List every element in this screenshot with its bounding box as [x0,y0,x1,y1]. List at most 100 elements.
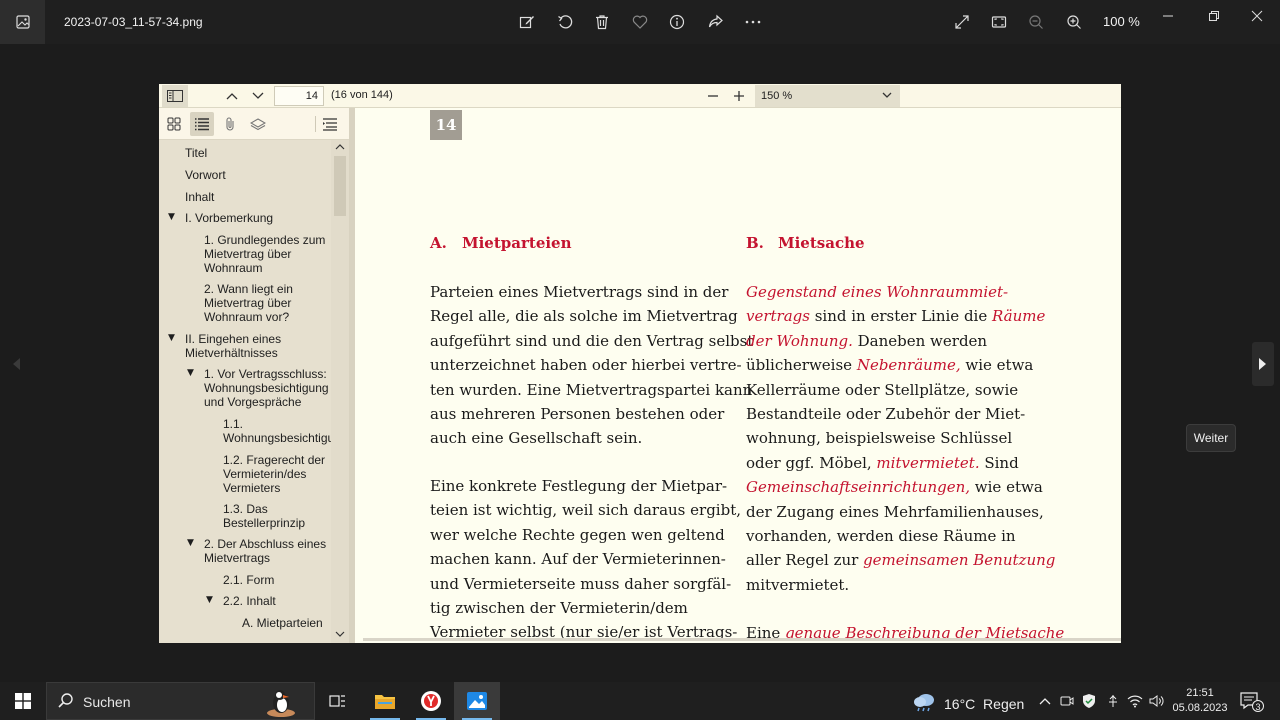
expand-icon[interactable] [952,12,972,32]
usb-icon[interactable] [1104,692,1122,710]
section-letter: B. [746,234,764,252]
yandex-browser-icon[interactable] [408,682,454,720]
zoom-out-icon[interactable] [1026,12,1046,32]
text: üblicherweise [746,356,857,375]
zoom-in-icon[interactable] [728,85,750,107]
task-view-icon[interactable] [315,682,361,720]
expand-triangle-icon[interactable]: ▼ [187,368,194,378]
chevron-up-icon[interactable] [1036,692,1054,710]
date: 05.08.2023 [1172,702,1228,714]
section-title: Mietsache [778,234,865,252]
fit-screen-icon[interactable] [989,12,1009,32]
next-image-button[interactable] [1252,342,1274,386]
attachment-icon[interactable] [218,112,242,136]
section-heading-a: A. Mietparteien [430,234,572,252]
thumbnails-icon[interactable] [162,112,186,136]
file-name: 2023-07-03_11-57-34.png [64,15,203,29]
outline-item[interactable]: Inhalt [185,190,325,204]
info-icon[interactable] [667,12,687,32]
layers-icon[interactable] [246,112,270,136]
outline-item[interactable]: 1.3. Das Bestellerprinzip [223,502,313,530]
search-box[interactable]: Suchen [46,682,315,720]
wifi-icon[interactable] [1126,692,1144,710]
outline-item[interactable]: 1.2. Fragerecht der Vermieterin/des Verm… [223,453,331,495]
pdf-screenshot: 14 (16 von 144) 150 % Titel Vorwort Inha… [159,84,1121,643]
more-icon[interactable] [743,12,763,32]
outline-item[interactable]: 2.1. Form [223,573,323,587]
emphasis: gemeinsamen Benutzung [863,551,1056,570]
time: 21:51 [1186,687,1214,699]
delete-icon[interactable] [592,12,612,32]
outline-item[interactable]: 1.1. Wohnungsbesichtigung [223,417,331,445]
share-icon[interactable] [705,12,725,32]
previous-image-button[interactable] [5,342,27,386]
rotate-icon[interactable] [555,12,575,32]
emphasis: Räume [991,307,1046,326]
notification-count: 3 [1252,700,1264,712]
sidebar: Titel Vorwort Inhalt ▼ I. Vorbemerkung 1… [159,108,349,643]
title-bar: 2023-07-03_11-57-34.png 100 % [0,0,1280,44]
sidebar-toggle-icon[interactable] [162,85,188,107]
photos-app-window: 2023-07-03_11-57-34.png 100 % Weiter 14 … [0,0,1280,720]
paragraph: Gegenstand eines Wohnraummiet- vertrags … [746,280,1055,597]
taskbar: Suchen 16°C Regen 21:51 05.08.2023 3 [0,682,1280,720]
scrollbar-thumb[interactable] [334,156,346,216]
page-up-icon[interactable] [221,85,243,107]
paragraph: Parteien eines Mietvertrags sind in der … [430,283,754,448]
expand-triangle-icon[interactable]: ▼ [168,212,175,222]
section-heading-b: B. Mietsache [746,234,865,252]
maximize-button[interactable] [1191,0,1237,32]
photos-taskbar-icon[interactable] [454,682,500,720]
volume-icon[interactable] [1148,692,1166,710]
section-letter: A. [430,234,447,252]
zoom-out-icon[interactable] [702,85,724,107]
security-icon[interactable] [1080,692,1098,710]
search-icon [57,692,75,714]
outline-item[interactable]: Vorwort [185,168,325,182]
outline-item[interactable]: 2. Wann liegt ein Mietvertrag über Wohnr… [204,282,314,324]
outline-item[interactable]: 1. Vor Vertragsschluss: Wohnungsbesichti… [204,367,331,409]
notification-center-icon[interactable]: 3 [1240,692,1264,712]
weather-widget[interactable]: 16°C Regen [912,691,1024,716]
outline-item[interactable]: A. Mietparteien [242,616,331,630]
emphasis: Gemeinschaftseinrichtungen, [746,478,971,497]
zoom-select[interactable]: 150 % [755,85,900,107]
meet-now-icon[interactable] [1058,692,1076,710]
clock[interactable]: 21:51 05.08.2023 [1170,686,1230,716]
text: sind in erster Linie die [809,307,992,326]
horizontal-scrollbar[interactable] [363,638,1121,641]
edit-icon[interactable] [517,12,537,32]
close-button[interactable] [1234,0,1280,32]
file-explorer-icon[interactable] [362,682,408,720]
photos-app-icon[interactable] [0,0,45,44]
minimize-button[interactable] [1145,0,1191,32]
outline-item[interactable]: 2. Der Abschluss eines Mietvertrags [204,537,331,565]
outline-item[interactable]: I. Vorbemerkung [185,211,325,225]
favorite-icon[interactable] [630,12,650,32]
outline-item[interactable]: 1. Grundlegendes zum Mietvertrag über Wo… [204,233,331,275]
expand-triangle-icon[interactable]: ▼ [187,538,194,548]
expand-triangle-icon[interactable]: ▼ [206,595,213,605]
outline-item[interactable]: 2.2. Inhalt [223,594,323,608]
emphasis: vertrags [746,307,810,326]
text: wie etwa [960,356,1034,375]
zoom-level[interactable]: 100 % [1103,14,1140,29]
page-count: (16 von 144) [331,89,393,101]
start-button[interactable] [0,682,46,720]
outline-list-icon[interactable] [190,112,214,136]
zoom-in-icon[interactable] [1064,12,1084,32]
page-down-icon[interactable] [247,85,269,107]
text: mitvermietet. [746,575,850,594]
zoom-select-value: 150 % [761,90,793,102]
sidebar-scrollbar[interactable] [331,140,349,643]
expand-triangle-icon[interactable]: ▼ [168,333,175,343]
chevron-down-icon [882,85,892,107]
outline-item[interactable]: II. Eingehen eines Mietverhältnisses [185,332,295,360]
page-number-badge: 14 [430,110,462,140]
emphasis: Gegenstand eines Wohnraummiet- [746,283,1009,301]
outline-options-icon[interactable] [318,112,342,136]
page-number-input[interactable]: 14 [274,86,324,106]
outline-item[interactable]: Titel [185,146,325,160]
emphasis: der Wohnung. [746,331,853,350]
emphasis: mitvermietet. [876,453,980,472]
